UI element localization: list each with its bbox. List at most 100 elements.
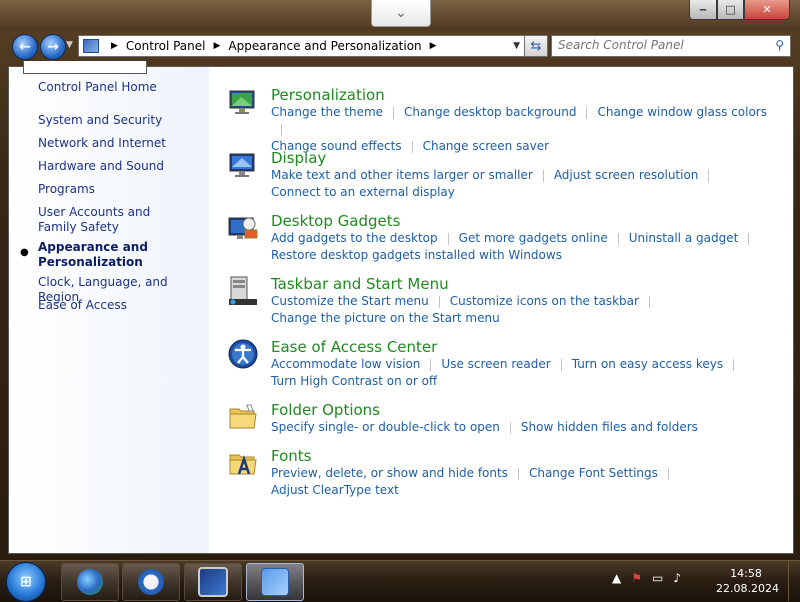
navigation-bar: ← → ▼ ▶ Control Panel ▶ Appearance and P… <box>8 32 792 60</box>
ease-of-access-icon <box>228 339 258 369</box>
high-contrast-link[interactable]: Turn High Contrast on or off <box>271 374 437 388</box>
more-gadgets-link[interactable]: Get more gadgets online <box>459 231 608 245</box>
taskbar: ⊞ ▲ ⚑ ▭ ♪ 14:58 22.08.2024 <box>0 560 800 602</box>
ease-of-access-links: Accommodate low vision Use screen reader T… <box>271 356 771 390</box>
app-triangle-icon <box>138 569 164 595</box>
system-tray: ▲ ⚑ ▭ ♪ <box>612 571 681 585</box>
show-hidden-icons-icon[interactable]: ▲ <box>612 571 621 585</box>
screen-reader-link[interactable]: Use screen reader <box>441 357 550 371</box>
sidebar-item-hardware[interactable]: Hardware and Sound <box>38 159 203 174</box>
caption-buttons: ‒ □ ✕ <box>689 0 790 20</box>
address-dropdown-icon[interactable]: ▼ <box>513 41 520 51</box>
clock-time: 14:58 <box>730 567 762 580</box>
windows-logo-icon: ⊞ <box>20 574 32 590</box>
maximize-button[interactable]: □ <box>717 0 744 20</box>
sidebar-item-programs[interactable]: Programs <box>38 182 203 197</box>
screen-resolution-link[interactable]: Adjust screen resolution <box>554 168 699 182</box>
start-menu-picture-link[interactable]: Change the picture on the Start menu <box>271 311 500 325</box>
fonts-links: Preview, delete, or show and hide fonts C… <box>271 465 771 499</box>
arrow-right-icon: → <box>47 39 59 55</box>
sidebar: Control Panel Home System and Security N… <box>9 61 209 553</box>
search-box[interactable]: ⚲ <box>551 35 791 57</box>
fonts-icon <box>229 454 257 475</box>
current-bullet-icon: ● <box>20 247 29 258</box>
clock-date: 22.08.2024 <box>716 582 779 595</box>
sidebar-item-system-security[interactable]: System and Security <box>38 113 203 128</box>
preview-fonts-link[interactable]: Preview, delete, or show and hide fonts <box>271 466 508 480</box>
personalization-links: Change the theme Change desktop backgroun… <box>271 104 771 155</box>
control-panel-window: Control Panel Home System and Security N… <box>8 61 794 554</box>
ease-of-access-title[interactable]: Ease of Access Center <box>271 338 437 356</box>
network-icon[interactable]: ▭ <box>652 571 663 585</box>
search-icon[interactable]: ⚲ <box>775 38 784 52</box>
sidebar-item-home[interactable]: Control Panel Home <box>38 80 203 95</box>
browser-icon <box>77 569 103 595</box>
show-desktop-button[interactable] <box>788 561 800 601</box>
refresh-icon: ⇆ <box>530 38 542 54</box>
display-title[interactable]: Display <box>271 149 326 167</box>
taskbar-app-monitor[interactable] <box>184 563 242 601</box>
control-panel-icon <box>83 39 99 53</box>
easy-access-keys-link[interactable]: Turn on easy access keys <box>572 357 723 371</box>
uninstall-gadget-link[interactable]: Uninstall a gadget <box>629 231 739 245</box>
breadcrumb-appearance[interactable]: Appearance and Personalization <box>228 39 421 53</box>
folder-options-title[interactable]: Folder Options <box>271 401 380 419</box>
taskbar-app-triangle[interactable] <box>122 563 180 601</box>
minimize-button[interactable]: ‒ <box>689 0 717 20</box>
customize-taskbar-icons-link[interactable]: Customize icons on the taskbar <box>450 294 639 308</box>
back-button[interactable]: ← <box>12 34 38 60</box>
arrow-left-icon: ← <box>19 39 31 55</box>
change-screen-saver-link[interactable]: Change screen saver <box>423 139 550 153</box>
change-glass-colors-link[interactable]: Change window glass colors <box>597 105 767 119</box>
customize-start-menu-link[interactable]: Customize the Start menu <box>271 294 429 308</box>
add-gadgets-link[interactable]: Add gadgets to the desktop <box>271 231 438 245</box>
personalization-icon <box>229 90 255 114</box>
start-button[interactable]: ⊞ <box>6 562 46 602</box>
taskbar-icon <box>229 276 257 305</box>
taskbar-links: Customize the Start menu Customize icons … <box>271 293 771 327</box>
monitor-icon <box>198 567 228 597</box>
low-vision-link[interactable]: Accommodate low vision <box>271 357 420 371</box>
breadcrumb-control-panel[interactable]: Control Panel <box>126 39 206 53</box>
tooltip-remnant <box>23 61 147 74</box>
close-button[interactable]: ✕ <box>744 0 790 20</box>
taskbar-app-control-panel[interactable] <box>246 563 304 601</box>
volume-icon[interactable]: ♪ <box>673 571 681 585</box>
gadgets-links: Add gadgets to the desktop Get more gadge… <box>271 230 771 264</box>
text-size-link[interactable]: Make text and other items larger or smal… <box>271 168 533 182</box>
single-double-click-link[interactable]: Specify single- or double-click to open <box>271 420 500 434</box>
chevron-down-icon: ⌄ <box>395 5 407 21</box>
gadgets-title[interactable]: Desktop Gadgets <box>271 212 400 230</box>
recent-pages-button[interactable]: ▼ <box>66 40 73 50</box>
taskbar-app-browser[interactable] <box>61 563 119 601</box>
font-settings-link[interactable]: Change Font Settings <box>529 466 658 480</box>
address-bar[interactable]: ▶ Control Panel ▶ Appearance and Persona… <box>78 35 525 57</box>
peek-tab[interactable]: ⌄ <box>371 0 431 27</box>
refresh-button[interactable]: ⇆ <box>524 35 548 57</box>
action-center-flag-icon[interactable]: ⚑ <box>631 571 642 585</box>
change-theme-link[interactable]: Change the theme <box>271 105 383 119</box>
clock[interactable]: 14:58 22.08.2024 <box>716 566 779 596</box>
personalization-title[interactable]: Personalization <box>271 86 385 104</box>
external-display-link[interactable]: Connect to an external display <box>271 185 455 199</box>
sidebar-item-user-accounts[interactable]: User Accounts and Family Safety <box>38 205 188 235</box>
change-background-link[interactable]: Change desktop background <box>404 105 576 119</box>
chevron-right-icon[interactable]: ▶ <box>111 41 118 51</box>
hidden-files-link[interactable]: Show hidden files and folders <box>521 420 698 434</box>
display-links: Make text and other items larger or smal… <box>271 167 771 201</box>
folder-options-links: Specify single- or double-click to open S… <box>271 419 771 436</box>
forward-button[interactable]: → <box>40 34 66 60</box>
fonts-title[interactable]: Fonts <box>271 447 311 465</box>
sidebar-item-appearance[interactable]: Appearance and Personalization <box>38 240 158 270</box>
chevron-right-icon[interactable]: ▶ <box>430 41 437 51</box>
cleartype-link[interactable]: Adjust ClearType text <box>271 483 399 497</box>
restore-gadgets-link[interactable]: Restore desktop gadgets installed with W… <box>271 248 562 262</box>
sidebar-item-ease-of-access[interactable]: Ease of Access <box>38 298 203 313</box>
taskbar-title[interactable]: Taskbar and Start Menu <box>271 275 449 293</box>
sidebar-item-network[interactable]: Network and Internet <box>38 136 203 151</box>
gadgets-icon <box>228 217 258 239</box>
search-input[interactable] <box>552 36 758 54</box>
control-panel-icon <box>261 568 289 596</box>
chevron-right-icon[interactable]: ▶ <box>214 41 221 51</box>
display-icon <box>229 153 255 177</box>
